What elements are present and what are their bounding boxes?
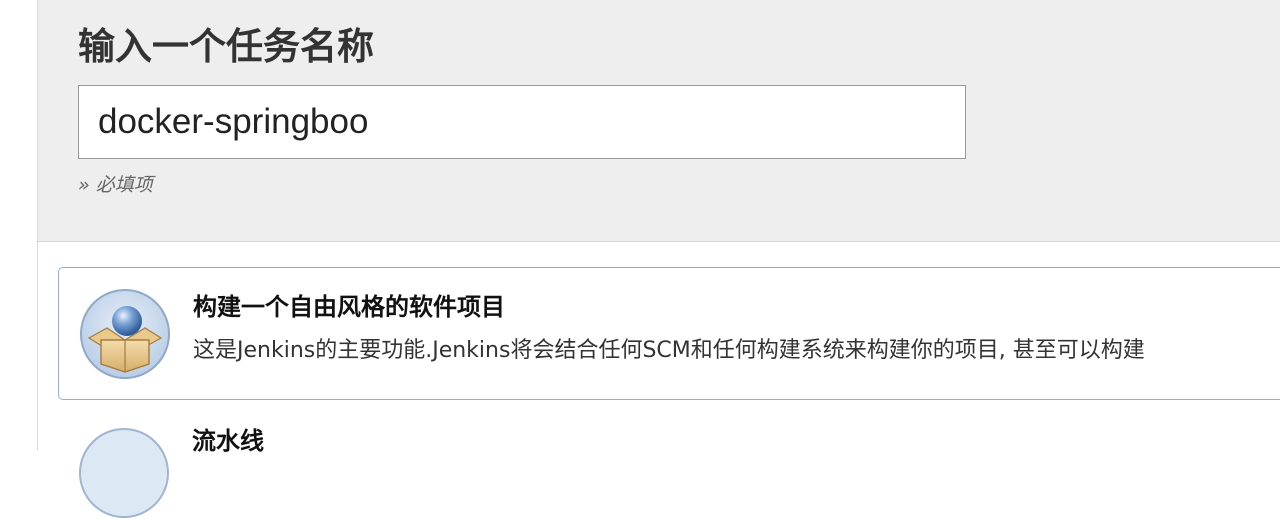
pipeline-title: 流水线 (192, 427, 264, 455)
freestyle-project-description: 这是Jenkins的主要功能.Jenkins将会结合任何SCM和任何构建系统来构… (193, 338, 1145, 363)
freestyle-project-title: 构建一个自由风格的软件项目 (193, 293, 505, 321)
freestyle-project-option[interactable]: 构建一个自由风格的软件项目 这是Jenkins的主要功能.Jenkins将会结合… (58, 267, 1280, 400)
page-title: 输入一个任务名称 (78, 25, 374, 68)
freestyle-project-box-icon (80, 289, 170, 379)
required-field-hint: » 必填项 (78, 174, 153, 196)
item-name-input[interactable] (78, 85, 966, 159)
pipeline-icon (79, 428, 169, 518)
left-gutter (0, 0, 38, 450)
pipeline-option[interactable]: 流水线 (58, 410, 1280, 518)
